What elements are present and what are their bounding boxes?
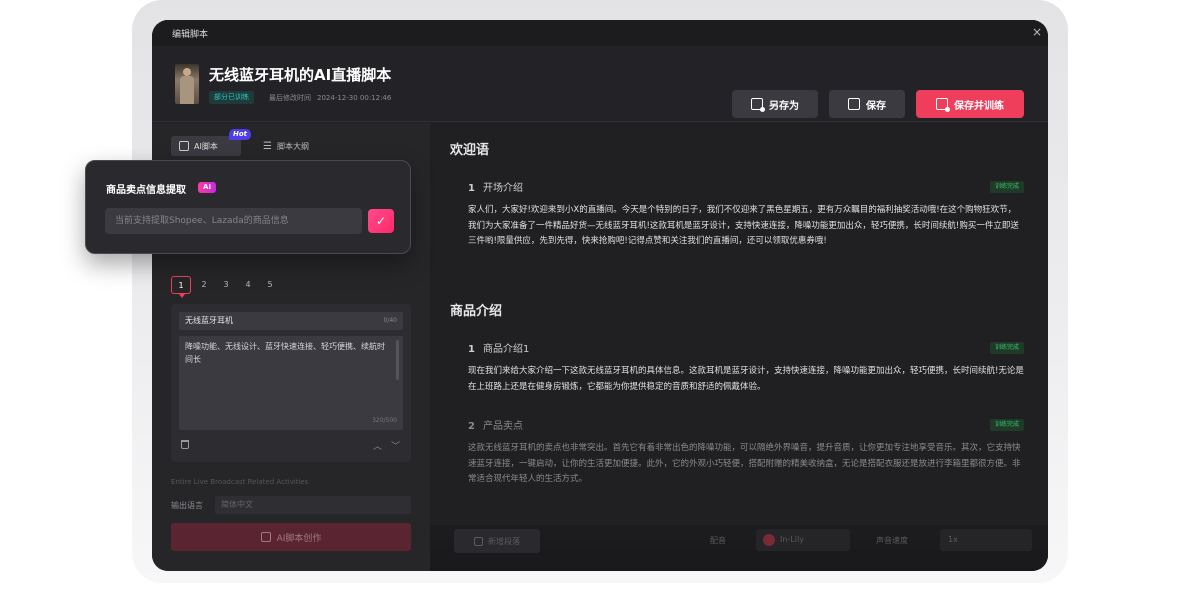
selling-points-textarea[interactable]: 降噪功能、无线设计、蓝牙快速连接、轻巧便携、续航时间长 320/500	[179, 336, 403, 430]
selling-point-extract-popover: 商品卖点信息提取 AI 当前支持提取Shopee、Lazada的商品信息 ✓	[85, 160, 411, 254]
voice-value: In-Lily	[780, 535, 804, 544]
confirm-button[interactable]: ✓	[368, 209, 394, 233]
page-5[interactable]: 5	[259, 276, 281, 294]
voice-label: 配音	[710, 536, 726, 545]
product-card: 无线蓝牙耳机 0/40 降噪功能、无线设计、蓝牙快速连接、轻巧便携、续航时间长 …	[171, 304, 411, 462]
save-button[interactable]: 保存	[829, 90, 905, 118]
script-content: 欢迎语 1 开场介绍 训练完成 家人们，大家好!欢迎来到小X的直播间。今天是个特别…	[430, 123, 1048, 571]
voice-select[interactable]: In-Lily	[756, 529, 850, 551]
train-icon	[936, 98, 950, 112]
save-and-train-label: 保存并训练	[954, 100, 1004, 112]
last-edit-info: 最后修改时间 2024-12-30 00:12:46	[269, 93, 397, 103]
pagination: 1 2 3 4 5	[171, 276, 281, 298]
paragraph-heading: 1 商品介绍1 训练完成	[468, 340, 1024, 356]
save-as-button[interactable]: 另存为	[732, 90, 818, 118]
paragraph-opening[interactable]: 1 开场介绍 训练完成 家人们，大家好!欢迎来到小X的直播间。今天是个特别的日子，…	[468, 179, 1024, 250]
training-status-badge: 训练完成	[989, 419, 1024, 431]
card-footer: ︿ ﹀	[179, 438, 403, 454]
voice-avatar	[763, 534, 775, 546]
output-language-row: 输出语言 简体中文	[171, 496, 411, 514]
tab-ai-script-label: AI脚本	[194, 141, 218, 151]
popover-title: 商品卖点信息提取	[106, 185, 186, 196]
ai-create-button[interactable]: AI脚本创作	[171, 523, 411, 551]
last-edit-label: 最后修改时间	[269, 94, 311, 102]
paragraph-product-intro[interactable]: 1 商品介绍1 训练完成 现在我们来给大家介绍一下这款无线蓝牙耳机的具体信息。这款…	[468, 340, 1024, 395]
save-and-train-button[interactable]: 保存并训练	[916, 90, 1024, 118]
ai-create-label: AI脚本创作	[276, 533, 322, 544]
status-badge: 部分已训练	[209, 91, 254, 104]
paragraph-body: 这款无线蓝牙耳机的卖点也非常突出。首先它有着非常出色的降噪功能，可以隔绝外界噪音…	[468, 443, 1021, 484]
paragraph-number: 1	[468, 344, 475, 355]
paragraph-heading: 2 产品卖点 训练完成	[468, 417, 1024, 433]
close-icon[interactable]: ×	[1030, 25, 1044, 39]
tab-outline-label: 脚本大纲	[276, 141, 309, 151]
speed-value: 1x	[948, 535, 958, 544]
add-segment-button[interactable]: 新增段落	[454, 529, 540, 553]
save-as-label: 另存为	[769, 100, 799, 112]
product-name-value: 无线蓝牙耳机	[185, 316, 233, 325]
product-name-input[interactable]: 无线蓝牙耳机 0/40	[179, 312, 403, 330]
list-icon: ☰	[263, 140, 272, 152]
last-edit-value: 2024-12-30 00:12:46	[317, 94, 392, 102]
ai-create-icon	[260, 532, 271, 542]
bottom-toolbar: 新增段落 配音 In-Lily 声音速度 1x	[430, 525, 1048, 571]
textarea-scrollbar[interactable]	[396, 340, 399, 380]
paragraph-selling-points[interactable]: 2 产品卖点 训练完成 这款无线蓝牙耳机的卖点也非常突出。首先它有着非常出色的降噪…	[468, 417, 1024, 488]
training-status-badge: 训练完成	[989, 342, 1024, 354]
faded-outline-text: Entire Live Broadcast Related Activities	[171, 478, 309, 486]
speed-select[interactable]: 1x	[940, 529, 1032, 551]
training-status-badge: 训练完成	[989, 181, 1024, 193]
section-title-welcome: 欢迎语	[450, 143, 490, 158]
section-title-product: 商品介绍	[450, 304, 503, 319]
selling-points-value: 降噪功能、无线设计、蓝牙快速连接、轻巧便携、续航时间长	[185, 342, 385, 364]
tab-outline[interactable]: ☰ 脚本大纲	[255, 136, 325, 156]
window-title: 编辑脚本	[172, 30, 209, 40]
product-name-count: 0/40	[383, 317, 397, 324]
product-link-input[interactable]: 当前支持提取Shopee、Lazada的商品信息	[105, 208, 362, 234]
output-language-value: 简体中文	[221, 500, 253, 509]
speed-label: 声音速度	[876, 536, 908, 545]
page-3[interactable]: 3	[215, 276, 237, 294]
paragraph-heading-text: 开场介绍	[482, 183, 523, 194]
ai-badge: AI	[198, 182, 217, 193]
paragraph-heading-text: 产品卖点	[482, 421, 523, 432]
output-language-label: 输出语言	[171, 501, 203, 510]
page-title: 无线蓝牙耳机的AI直播脚本	[209, 66, 392, 84]
paragraph-number: 2	[468, 421, 475, 432]
script-header: 无线蓝牙耳机的AI直播脚本 部分已训练 最后修改时间 2024-12-30 00:…	[152, 46, 1048, 122]
paragraph-number: 1	[468, 183, 475, 194]
save-label: 保存	[866, 100, 886, 112]
chevron-up-icon[interactable]: ︿	[373, 439, 382, 452]
page-4[interactable]: 4	[237, 276, 259, 294]
paragraph-heading: 1 开场介绍 训练完成	[468, 179, 1024, 195]
tab-ai-script[interactable]: AI脚本 Hot	[171, 129, 252, 156]
editor-window: 编辑脚本 × 无线蓝牙耳机的AI直播脚本 部分已训练 最后修改时间 2024-12…	[152, 20, 1048, 571]
paragraph-heading-text: 商品介绍1	[482, 344, 530, 355]
trash-icon[interactable]	[181, 440, 189, 449]
title-bar: 编辑脚本 ×	[152, 20, 1048, 46]
check-icon: ✓	[375, 214, 387, 228]
add-segment-label: 新增段落	[488, 536, 520, 546]
add-segment-icon	[474, 536, 483, 546]
save-icon	[848, 98, 860, 110]
ai-script-icon	[179, 141, 189, 151]
hot-badge: Hot	[229, 129, 252, 140]
page-2[interactable]: 2	[193, 276, 215, 294]
output-language-select[interactable]: 简体中文	[215, 496, 411, 514]
save-as-icon	[751, 98, 765, 112]
paragraph-body: 现在我们来给大家介绍一下这款无线蓝牙耳机的具体信息。这款耳机是蓝牙设计，支持快速…	[468, 366, 1024, 392]
paragraph-body: 家人们，大家好!欢迎来到小X的直播间。今天是个特别的日子，我们不仅迎来了黑色星期…	[468, 205, 1019, 246]
selling-points-count: 320/500	[372, 417, 397, 424]
avatar	[175, 64, 199, 104]
panel-tabs: AI脚本 Hot ☰ 脚本大纲	[171, 129, 411, 158]
chevron-down-icon[interactable]: ﹀	[391, 439, 400, 452]
page-1[interactable]: 1	[171, 276, 191, 298]
